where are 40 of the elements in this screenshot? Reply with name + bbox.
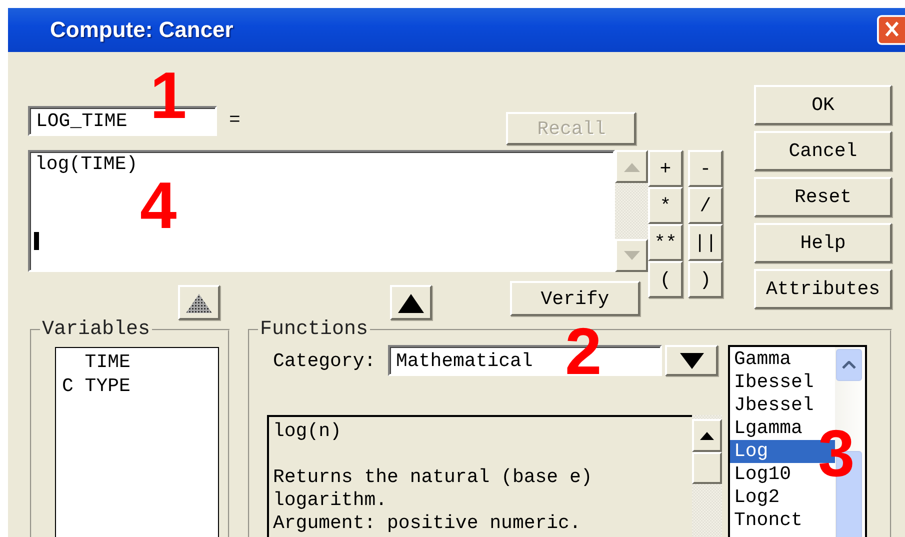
operator-button[interactable]: - xyxy=(688,150,723,187)
dialog-button[interactable]: Cancel xyxy=(754,131,892,171)
group-title: Functions xyxy=(259,318,370,341)
operator-button[interactable]: * xyxy=(648,187,683,224)
up-arrow-icon xyxy=(624,162,640,172)
variable-item[interactable]: TIME xyxy=(56,350,218,374)
triangle-down-icon xyxy=(680,352,704,368)
triangle-up-icon xyxy=(398,292,424,312)
annotation-number: 4 xyxy=(140,172,177,238)
triangle-up-icon xyxy=(186,292,212,312)
dialog-button[interactable]: Attributes xyxy=(754,269,892,309)
category-label: Category: xyxy=(273,350,377,372)
function-item[interactable]: Gamma xyxy=(730,348,835,371)
operator-button[interactable]: / xyxy=(688,187,723,224)
equals-sign: = xyxy=(229,108,240,133)
dialog-button[interactable]: Reset xyxy=(754,177,892,217)
down-arrow-icon xyxy=(624,250,640,260)
function-description: log(n) Returns the natural (base e) logarithm. Argument: positive numeric. xyxy=(267,415,692,537)
group-title: Variables xyxy=(41,318,152,341)
variable-item[interactable]: C TYPE xyxy=(56,374,218,398)
up-arrow-icon xyxy=(700,432,714,440)
operator-button[interactable]: + xyxy=(648,150,683,187)
operator-button[interactable]: ) xyxy=(688,261,723,298)
function-item[interactable]: Log2 xyxy=(730,486,835,509)
close-icon[interactable] xyxy=(877,14,905,46)
operator-button[interactable]: ** xyxy=(648,224,683,261)
up-chevron-icon xyxy=(842,361,856,369)
dialog-button[interactable]: OK xyxy=(754,85,892,125)
dropdown-button[interactable] xyxy=(665,345,718,376)
paste-up-button[interactable] xyxy=(390,285,432,320)
verify-button[interactable]: Verify xyxy=(510,281,640,316)
window-title: Compute: Cancer xyxy=(50,17,234,43)
function-item[interactable]: Jbessel xyxy=(730,394,835,417)
operator-button[interactable]: || xyxy=(688,224,723,261)
operator-button[interactable]: ( xyxy=(648,261,683,298)
function-item[interactable]: Tnonct xyxy=(730,509,835,532)
variables-list[interactable]: TIME C TYPE xyxy=(55,347,219,537)
scrollbar[interactable] xyxy=(615,150,648,272)
function-item[interactable]: Ibessel xyxy=(730,371,835,394)
dialog-button[interactable]: Help xyxy=(754,223,892,263)
